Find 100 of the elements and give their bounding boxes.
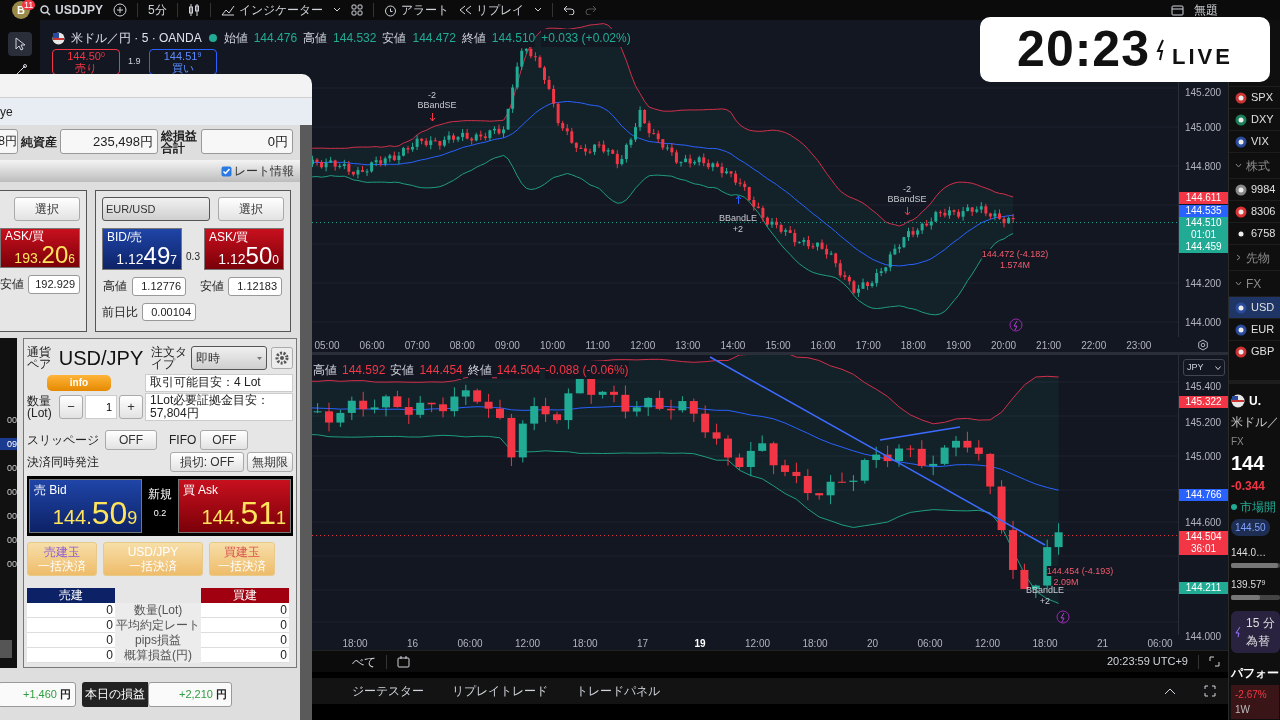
arrow-up-icon — [735, 195, 742, 204]
watchlist-item[interactable]: USD — [1229, 296, 1280, 318]
cursor-icon[interactable] — [8, 32, 32, 56]
alert-button[interactable]: アラート — [383, 3, 449, 17]
ohlc-label: 終値 — [467, 361, 492, 379]
time-axis-label: 18:00 — [900, 339, 926, 353]
symbol-logo-icon — [1235, 135, 1247, 148]
time-axis-label: 18:00 — [572, 637, 598, 651]
field-label: FIFO — [169, 432, 197, 450]
time-axis-label: 20 — [866, 637, 879, 651]
interval-button[interactable]: 5分 — [148, 3, 167, 17]
order-type-dropdown[interactable]: 即時 — [191, 346, 267, 370]
ask-price-button[interactable]: ASK/買 193.206 — [0, 228, 80, 268]
expiry-button[interactable]: 無期限 — [247, 452, 293, 472]
status-dot-icon — [207, 33, 218, 43]
fifo-toggle[interactable]: OFF — [200, 430, 249, 451]
row-label: 平均約定レート — [115, 618, 201, 633]
select-button[interactable]: 選択 — [14, 197, 80, 221]
decrement-button[interactable]: − — [59, 394, 83, 419]
settings-icon[interactable] — [271, 347, 293, 369]
bottom-tab[interactable]: ジーテスター — [352, 684, 424, 698]
chevron-down-icon[interactable] — [533, 7, 542, 13]
select-button[interactable]: 選択 — [218, 197, 284, 221]
price-tag: 144.459 — [1179, 241, 1228, 253]
layout-icon[interactable] — [1171, 4, 1184, 16]
bottom-tab[interactable]: トレードパネル — [576, 684, 660, 698]
row-label: 数量(Lot) — [115, 603, 201, 618]
symbol-search-button[interactable]: USDJPY — [40, 3, 104, 17]
market-label: FX — [1231, 435, 1245, 449]
calendar-icon[interactable] — [397, 655, 410, 668]
stop-loss-button[interactable]: 損切: OFF — [170, 452, 244, 472]
range-button[interactable]: べて — [352, 654, 376, 669]
buy-button[interactable]: 144.51$^{9}$ 買い — [148, 49, 217, 75]
indicators-button[interactable]: インジケーター — [220, 3, 323, 17]
rate-fragment: 00 — [6, 510, 17, 522]
price-axis-label: 145.000 — [1185, 450, 1222, 464]
watchlist-item[interactable]: 6758 — [1229, 222, 1280, 244]
arrow-down-icon — [429, 113, 436, 122]
fullscreen-icon[interactable] — [1209, 656, 1220, 667]
section-header[interactable]: 株式 — [1229, 152, 1280, 178]
last-price: 144 — [1231, 452, 1266, 474]
replay-button[interactable]: リプレイ — [458, 3, 524, 17]
chevron-down-icon[interactable] — [332, 7, 341, 13]
ask-price-button[interactable]: ASK/買 1.12500 — [204, 228, 284, 270]
increment-button[interactable]: + — [119, 394, 143, 419]
ohlc-label: 高値 — [313, 361, 337, 379]
table-cell: 0 — [201, 603, 289, 618]
price-annotation: 1.574M — [1000, 260, 1030, 270]
watchlist-item[interactable]: GBP — [1229, 340, 1280, 362]
layout-name-button[interactable]: 無題 — [1194, 3, 1218, 17]
lightning-icon[interactable] — [1009, 318, 1023, 332]
maximize-icon[interactable] — [1204, 685, 1216, 697]
buy-ask-button[interactable]: 買 Ask 144.511 — [177, 479, 291, 533]
watchlist-item[interactable]: DXY — [1229, 108, 1280, 130]
ohlc-label: 高値 — [303, 29, 328, 47]
pair-dropdown[interactable]: EUR/USD — [102, 197, 210, 221]
redo-icon[interactable] — [584, 5, 597, 15]
signal-label: +2 — [732, 224, 744, 234]
section-header[interactable]: 先物 — [1229, 244, 1280, 270]
field-label: 総損益合計 — [161, 129, 198, 154]
signal-label: -2 — [428, 90, 436, 100]
flag-icon — [1231, 394, 1245, 408]
watchlist-item[interactable]: EUR — [1229, 318, 1280, 340]
bid-pill: 144.50 — [1231, 519, 1270, 536]
settings-icon[interactable] — [1197, 338, 1209, 351]
checkbox-checked-icon[interactable] — [221, 165, 232, 177]
sell-button[interactable]: 144.50$^{0}$ 売り — [52, 49, 120, 75]
rate-fragment: 00 — [6, 414, 17, 426]
quantity-input[interactable]: 1 — [85, 394, 117, 419]
required-margin-field: 1Lot必要証拠金目安：57,804円 — [145, 392, 293, 421]
field-label: 注文タイプ — [151, 346, 187, 370]
price-annotation: 2.09M — [1053, 577, 1079, 587]
signal-label: +2 — [1039, 596, 1051, 606]
rate-fragment: 00 — [6, 558, 17, 570]
alarm-clock-icon — [383, 3, 397, 17]
watchlist-item[interactable]: 8306 — [1229, 200, 1280, 222]
live-time: 20:23 — [1017, 20, 1150, 79]
price-tag: 144.504 36:01 — [1179, 531, 1228, 555]
symbol-logo-icon — [1235, 301, 1247, 314]
currency-dropdown[interactable]: JPY — [1183, 359, 1225, 376]
undo-icon[interactable] — [562, 5, 575, 15]
slippage-toggle[interactable]: OFF — [105, 430, 157, 451]
chevron-right-icon — [1235, 254, 1242, 261]
chevron-up-icon[interactable] — [1164, 687, 1176, 695]
add-icon[interactable] — [113, 3, 128, 17]
rate-fragment: 09 — [0, 438, 17, 450]
sell-bid-button[interactable]: 売 Bid 144.509 — [29, 479, 143, 533]
watchlist-item[interactable]: SPX — [1229, 86, 1280, 108]
time-axis-label: 05:00 — [314, 339, 340, 353]
grid-icon[interactable] — [350, 4, 363, 16]
price-tag: 144.535 — [1179, 205, 1228, 217]
symbol-name: U. — [1249, 393, 1261, 410]
watchlist-item[interactable]: VIX — [1229, 130, 1280, 152]
candlestick-icon[interactable] — [187, 3, 200, 17]
watchlist-item[interactable]: 9984 — [1229, 178, 1280, 200]
lightning-icon[interactable] — [1056, 610, 1070, 624]
bid-price-button[interactable]: BID/売 1.12497 — [102, 228, 182, 270]
promo-text: 為替 — [1246, 633, 1271, 650]
price-tag: 144.211 — [1179, 582, 1228, 594]
bottom-tab[interactable]: リプレイトレード — [452, 684, 548, 698]
